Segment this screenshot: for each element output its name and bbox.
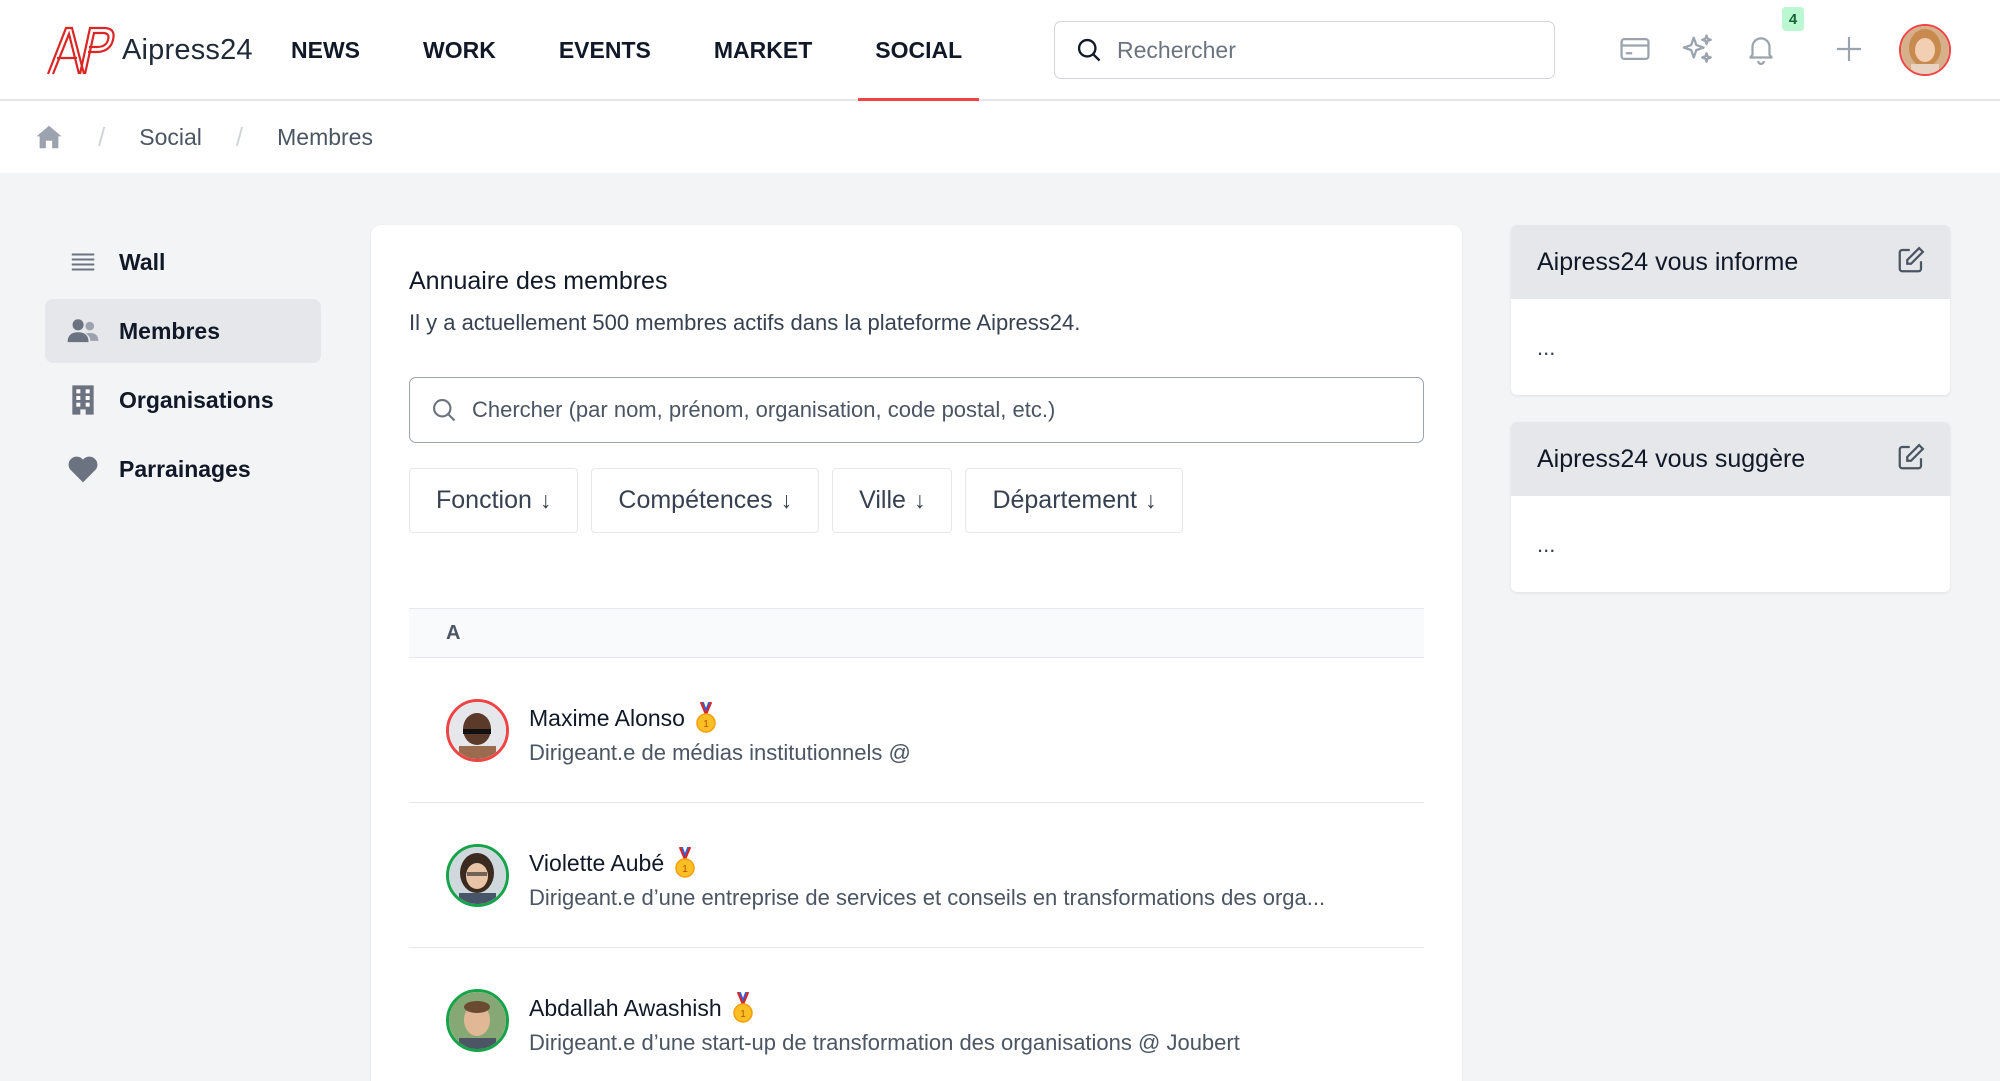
list-item[interactable]: Maxime Alonso 1 Dirigeant.e de médias in… xyxy=(409,658,1424,803)
global-search-input[interactable] xyxy=(1117,36,1517,64)
main-nav: NEWS WORK EVENTS MARKET SOCIAL xyxy=(268,0,1002,101)
heart-icon xyxy=(67,453,99,485)
filter-ville-button[interactable]: Ville ↓ xyxy=(832,468,953,533)
widget-header: Aipress24 vous informe xyxy=(1511,225,1950,299)
widget-title: Aipress24 vous suggère xyxy=(1537,444,1806,473)
svg-text:1: 1 xyxy=(703,719,709,730)
nav-market[interactable]: MARKET xyxy=(691,0,835,101)
page-subtitle: Il y a actuellement 500 membres actifs d… xyxy=(409,310,1081,335)
sidebar-item-organisations[interactable]: Organisations xyxy=(45,368,321,432)
sparkles-icon[interactable] xyxy=(1677,28,1719,70)
sidebar-item-membres[interactable]: Membres xyxy=(45,299,321,363)
avatar xyxy=(446,699,509,762)
breadcrumb-separator: / xyxy=(98,121,106,152)
breadcrumb-membres[interactable]: Membres xyxy=(277,124,373,151)
filter-departement-button[interactable]: Département ↓ xyxy=(965,468,1184,533)
letter-section-header: A xyxy=(409,608,1424,658)
logo[interactable]: Aipress24 xyxy=(44,24,253,76)
medal-icon: 1 xyxy=(732,992,753,1023)
member-name: Abdallah Awashish xyxy=(529,994,722,1021)
member-role: Dirigeant.e de médias institutionnels @ xyxy=(529,740,911,765)
member-search[interactable] xyxy=(409,377,1424,443)
sidebar-item-wall[interactable]: Wall xyxy=(45,230,321,294)
search-icon xyxy=(1077,38,1101,62)
global-search[interactable] xyxy=(1054,21,1555,79)
list-item[interactable]: Abdallah Awashish 1 Dirigeant.e d’une st… xyxy=(409,948,1424,1081)
users-icon xyxy=(67,315,99,347)
member-role: Dirigeant.e d’une entreprise de services… xyxy=(529,885,1326,910)
sidebar-item-label: Membres xyxy=(119,317,220,344)
arrow-down-icon: ↓ xyxy=(1144,487,1157,513)
arrow-down-icon: ↓ xyxy=(780,487,793,513)
user-photo-icon xyxy=(1901,26,1949,74)
widget-title: Aipress24 vous informe xyxy=(1537,247,1799,276)
suggestion-widget: Aipress24 vous suggère ... xyxy=(1511,422,1950,592)
nav-work[interactable]: WORK xyxy=(400,0,519,101)
breadcrumb-social[interactable]: Social xyxy=(139,124,202,151)
medal-icon: 1 xyxy=(696,702,716,733)
arrow-down-icon: ↓ xyxy=(539,487,552,513)
sidebar-item-label: Parrainages xyxy=(119,455,251,482)
search-icon xyxy=(433,399,456,422)
filter-label: Ville xyxy=(859,486,906,514)
svg-text:1: 1 xyxy=(740,1009,746,1020)
member-photo-icon xyxy=(449,847,506,904)
member-role: Dirigeant.e d’une start-up de transforma… xyxy=(529,1030,1240,1055)
card-icon[interactable] xyxy=(1614,28,1656,70)
nav-social[interactable]: SOCIAL xyxy=(852,0,985,101)
list-item[interactable]: Violette Aubé 1 Dirigeant.e d’une entrep… xyxy=(409,803,1424,948)
sidebar-item-label: Organisations xyxy=(119,386,274,413)
nav-news[interactable]: NEWS xyxy=(268,0,383,101)
top-bar: Aipress24 NEWS WORK EVENTS MARKET SOCIAL… xyxy=(0,0,2000,101)
home-icon[interactable] xyxy=(34,122,64,152)
bell-icon[interactable] xyxy=(1740,28,1782,70)
arrow-down-icon: ↓ xyxy=(913,487,926,513)
breadcrumb-separator: / xyxy=(235,121,244,152)
nav-events[interactable]: EVENTS xyxy=(536,0,674,101)
building-icon xyxy=(67,384,99,416)
filter-label: Département xyxy=(992,486,1137,514)
sidebar-item-parrainages[interactable]: Parrainages xyxy=(45,437,321,501)
sidebar-item-label: Wall xyxy=(119,248,166,275)
aipress-logo-icon xyxy=(46,26,115,75)
widget-body: ... xyxy=(1537,335,1556,360)
members-directory: Annuaire des membres Il y a actuellement… xyxy=(371,225,1462,1081)
filter-label: Fonction xyxy=(436,486,532,514)
member-name-row: Violette Aubé 1 xyxy=(529,847,696,879)
medal-icon: 1 xyxy=(675,847,695,878)
avatar xyxy=(446,844,509,907)
filter-label: Compétences xyxy=(618,486,773,514)
avatar xyxy=(446,989,509,1052)
member-name-row: Maxime Alonso 1 xyxy=(529,702,717,734)
filter-fonction-button[interactable]: Fonction ↓ xyxy=(409,468,579,533)
edit-icon[interactable] xyxy=(1896,245,1926,275)
member-photo-icon xyxy=(449,702,506,759)
member-name: Violette Aubé xyxy=(529,849,665,876)
list-icon xyxy=(67,246,99,278)
member-photo-icon xyxy=(449,992,506,1049)
sidebar: Wall Membres Organisations Parrainages xyxy=(45,230,321,506)
brand-name: Aipress24 xyxy=(122,33,253,66)
svg-text:1: 1 xyxy=(682,864,688,875)
user-avatar[interactable] xyxy=(1899,24,1951,76)
member-name: Maxime Alonso xyxy=(529,704,685,731)
member-search-input[interactable] xyxy=(472,397,1372,423)
breadcrumb: / Social / Membres xyxy=(0,101,2000,173)
filter-bar: Fonction ↓ Compétences ↓ Ville ↓ Départemen… xyxy=(409,468,1196,533)
info-widget: Aipress24 vous informe ... xyxy=(1511,225,1950,395)
notification-badge: 4 xyxy=(1782,7,1804,31)
widget-body: ... xyxy=(1537,532,1556,557)
edit-icon[interactable] xyxy=(1896,442,1926,472)
filter-competences-button[interactable]: Compétences ↓ xyxy=(591,468,820,533)
page-title: Annuaire des membres xyxy=(409,267,668,295)
widget-header: Aipress24 vous suggère xyxy=(1511,422,1950,496)
plus-icon[interactable] xyxy=(1828,28,1870,70)
member-name-row: Abdallah Awashish 1 xyxy=(529,992,754,1024)
